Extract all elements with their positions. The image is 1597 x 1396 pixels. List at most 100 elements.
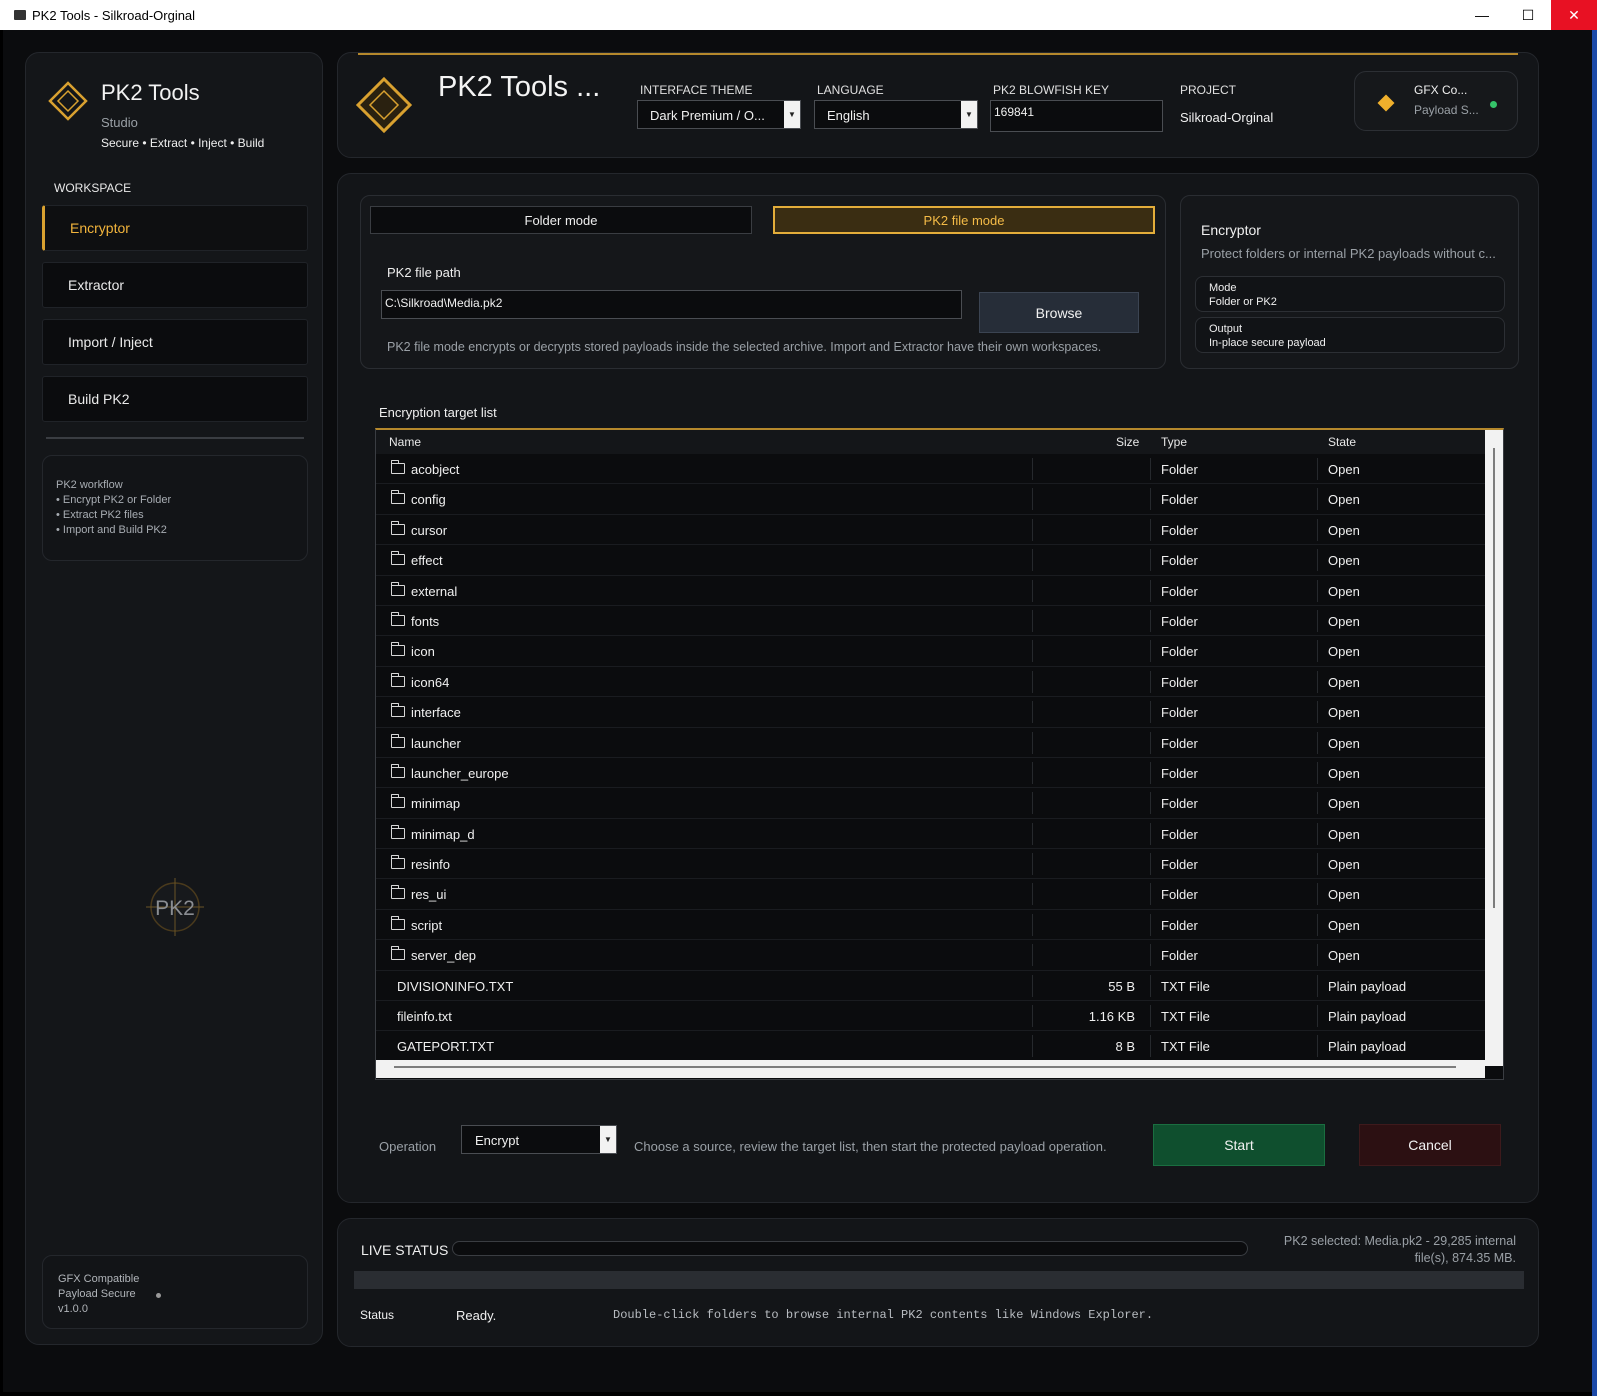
close-button[interactable]: ✕ bbox=[1551, 0, 1597, 30]
table-row[interactable]: acobject Folder Open bbox=[376, 454, 1485, 485]
column-separator bbox=[1032, 731, 1033, 754]
language-select[interactable]: English ▼ bbox=[814, 100, 978, 129]
column-separator bbox=[1032, 822, 1033, 845]
table-row[interactable]: external Folder Open bbox=[376, 576, 1485, 606]
cell-state: Open bbox=[1328, 492, 1360, 508]
cell-type: Folder bbox=[1161, 705, 1198, 721]
column-size[interactable]: Size bbox=[1116, 435, 1139, 449]
info-title: Encryptor bbox=[1201, 222, 1261, 238]
nav-import-inject[interactable]: Import / Inject bbox=[42, 319, 308, 365]
folder-mode-button[interactable]: Folder mode bbox=[370, 206, 752, 234]
cell-state: Open bbox=[1328, 796, 1360, 812]
column-separator bbox=[1032, 609, 1033, 632]
table-row[interactable]: config Folder Open bbox=[376, 484, 1485, 515]
column-name[interactable]: Name bbox=[389, 435, 421, 449]
header-panel: PK2 Tools ... INTERFACE THEME Dark Premi… bbox=[337, 52, 1539, 158]
chevron-down-icon[interactable]: ▼ bbox=[784, 101, 800, 128]
workflow-card: PK2 workflow • Encrypt PK2 or Folder • E… bbox=[42, 455, 308, 561]
cell-state: Open bbox=[1328, 522, 1360, 538]
path-hint: PK2 file mode encrypts or decrypts store… bbox=[387, 340, 1102, 354]
table-row[interactable]: server_dep Folder Open bbox=[376, 940, 1485, 971]
column-state[interactable]: State bbox=[1328, 435, 1356, 449]
column-separator bbox=[1317, 1005, 1318, 1028]
pk2-mode-button[interactable]: PK2 file mode bbox=[773, 206, 1155, 234]
column-separator bbox=[1032, 883, 1033, 906]
theme-select[interactable]: Dark Premium / O... ▼ bbox=[637, 100, 801, 129]
progress-bar bbox=[452, 1241, 1248, 1256]
column-separator bbox=[1317, 944, 1318, 967]
language-label: LANGUAGE bbox=[817, 83, 884, 97]
nav-encryptor[interactable]: Encryptor bbox=[42, 205, 308, 251]
desktop-edge bbox=[1592, 30, 1597, 1396]
blowfish-key-input[interactable]: 169841 bbox=[990, 100, 1163, 132]
column-separator bbox=[1150, 458, 1151, 480]
cell-type: Folder bbox=[1161, 887, 1198, 903]
cell-size: 1.16 KB bbox=[1088, 1009, 1135, 1025]
scroll-thumb[interactable] bbox=[394, 1066, 1456, 1068]
operation-select[interactable]: Encrypt ▼ bbox=[461, 1125, 617, 1154]
table-row[interactable]: cursor Folder Open bbox=[376, 515, 1485, 546]
emblem-text: PK2 bbox=[155, 897, 195, 920]
key-label: PK2 BLOWFISH KEY bbox=[993, 83, 1110, 97]
minimize-button[interactable]: — bbox=[1459, 0, 1505, 30]
cell-state: Open bbox=[1328, 583, 1360, 599]
operation-hint: Choose a source, review the target list,… bbox=[634, 1139, 1107, 1154]
chevron-down-icon[interactable]: ▼ bbox=[600, 1126, 616, 1153]
column-separator bbox=[1317, 731, 1318, 754]
cell-type: TXT File bbox=[1161, 978, 1210, 994]
table-row[interactable]: launcher Folder Open bbox=[376, 728, 1485, 758]
output-label: Output bbox=[1209, 323, 1243, 335]
column-separator bbox=[1150, 822, 1151, 845]
column-separator bbox=[1150, 549, 1151, 572]
table-row[interactable]: icon64 Folder Open bbox=[376, 667, 1485, 698]
chevron-down-icon[interactable]: ▼ bbox=[961, 101, 977, 128]
pk2-emblem-icon: PK2 bbox=[146, 878, 204, 936]
nav-extractor[interactable]: Extractor bbox=[42, 262, 308, 308]
horizontal-scrollbar[interactable] bbox=[376, 1060, 1485, 1078]
nav-build-pk2[interactable]: Build PK2 bbox=[42, 376, 308, 422]
workflow-title: PK2 workflow bbox=[56, 479, 123, 491]
pk2-path-input[interactable]: C:\Silkroad\Media.pk2 bbox=[381, 290, 962, 319]
cell-type: TXT File bbox=[1161, 1009, 1210, 1025]
table-row[interactable]: resinfo Folder Open bbox=[376, 849, 1485, 880]
table-row[interactable]: DIVISIONINFO.TXT 55 B TXT File Plain payloa… bbox=[376, 971, 1485, 1002]
table-row[interactable]: script Folder Open bbox=[376, 910, 1485, 941]
status-strip bbox=[354, 1271, 1524, 1289]
column-separator bbox=[1317, 640, 1318, 663]
maximize-button[interactable]: ☐ bbox=[1505, 0, 1551, 30]
cancel-button[interactable]: Cancel bbox=[1359, 1124, 1501, 1166]
path-label: PK2 file path bbox=[387, 265, 461, 280]
vertical-scrollbar[interactable] bbox=[1485, 430, 1503, 1066]
browse-button[interactable]: Browse bbox=[979, 292, 1139, 333]
column-separator bbox=[1317, 488, 1318, 511]
online-indicator bbox=[1490, 101, 1497, 108]
start-button[interactable]: Start bbox=[1153, 1124, 1325, 1166]
cell-state: Plain payload bbox=[1328, 1009, 1407, 1025]
folder-icon bbox=[390, 794, 405, 809]
folder-icon bbox=[390, 946, 405, 961]
table-row[interactable]: icon Folder Open bbox=[376, 636, 1485, 667]
column-type[interactable]: Type bbox=[1161, 435, 1187, 449]
brand-title: PK2 Tools bbox=[101, 80, 200, 105]
table-row[interactable]: minimap Folder Open bbox=[376, 788, 1485, 819]
status-value: Ready. bbox=[456, 1308, 497, 1323]
header-diamond-icon bbox=[356, 77, 412, 133]
column-separator bbox=[1150, 701, 1151, 724]
table-row[interactable]: minimap_d Folder Open bbox=[376, 819, 1485, 850]
column-separator bbox=[1317, 518, 1318, 541]
table-row[interactable]: GATEPORT.TXT 8 B TXT File Plain payload bbox=[376, 1031, 1485, 1062]
selection-info-line: file(s), 874.35 MB. bbox=[1414, 1251, 1516, 1265]
app-icon bbox=[14, 10, 26, 20]
scroll-thumb[interactable] bbox=[1493, 448, 1495, 908]
workflow-item: • Import and Build PK2 bbox=[56, 524, 167, 536]
table-row[interactable]: fileinfo.txt 1.16 KB TXT File Plain payload bbox=[376, 1001, 1485, 1032]
cell-name: acobject bbox=[411, 462, 460, 477]
table-row[interactable]: fonts Folder Open bbox=[376, 606, 1485, 637]
table-row[interactable]: interface Folder Open bbox=[376, 697, 1485, 728]
table-row[interactable]: res_ui Folder Open bbox=[376, 879, 1485, 910]
table-row[interactable]: effect Folder Open bbox=[376, 545, 1485, 576]
column-separator bbox=[1032, 458, 1033, 480]
theme-value: Dark Premium / O... bbox=[650, 108, 765, 123]
header-accent-line bbox=[358, 53, 1518, 55]
table-row[interactable]: launcher_europe Folder Open bbox=[376, 758, 1485, 789]
